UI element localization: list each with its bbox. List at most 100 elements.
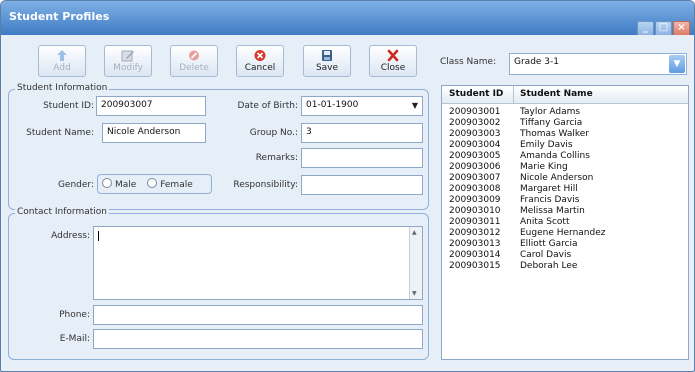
close-window-icon[interactable]: × [673,21,690,36]
gender-label: Gender: [57,180,94,190]
table-row[interactable]: 200903004 Emily Davis [442,140,688,150]
class-name-select[interactable]: Grade 3-1 ▼ [509,53,687,75]
row-student-name: Margaret Hill [520,184,578,194]
gender-male-option[interactable]: Male [102,178,137,190]
cancel-button[interactable]: Cancel [236,45,284,77]
row-student-id: 200903004 [449,140,501,150]
phone-label: Phone: [59,310,90,320]
row-student-id: 200903015 [449,261,501,271]
row-student-name: Elliott Garcia [520,239,578,249]
scroll-up-icon[interactable]: ▲ [412,229,417,236]
student-list[interactable]: Student ID Student Name 200903001 Taylor … [441,85,689,360]
table-row[interactable]: 200903006 Marie King [442,162,688,172]
group-no-field[interactable]: 3 [301,123,423,143]
text-cursor [98,231,99,241]
table-row[interactable]: 200903010 Melissa Martin [442,206,688,216]
responsibility-field[interactable] [301,175,423,195]
remarks-label: Remarks: [255,153,298,163]
row-student-name: Nicole Anderson [520,173,594,183]
student-profiles-window: Student Profiles _ □ × Add Modify Delete… [0,0,695,372]
row-student-id: 200903011 [449,217,501,227]
table-row[interactable]: 200903015 Deborah Lee [442,261,688,271]
table-row[interactable]: 200903012 Eugene Hernandez [442,228,688,238]
class-name-value: Grade 3-1 [514,57,559,67]
student-name-label: Student Name: [26,128,94,138]
student-id-field[interactable]: 200903007 [96,96,206,116]
minimize-icon[interactable]: _ [637,21,654,36]
row-student-id: 200903009 [449,195,501,205]
table-row[interactable]: 200903003 Thomas Walker [442,129,688,139]
chevron-down-icon[interactable]: ▼ [669,55,685,73]
phone-field[interactable] [93,305,423,325]
remarks-field[interactable] [301,148,423,168]
radio-icon[interactable] [102,178,112,188]
add-icon [57,50,67,61]
column-header-student-id[interactable]: Student ID [449,89,503,99]
row-student-id: 200903013 [449,239,501,249]
email-field[interactable] [93,329,423,349]
address-scrollbar[interactable]: ▲ ▼ [409,227,422,299]
student-name-field[interactable]: Nicole Anderson [102,123,206,143]
table-row[interactable]: 200903005 Amanda Collins [442,151,688,161]
scroll-down-icon[interactable]: ▼ [412,290,417,297]
row-student-id: 200903007 [449,173,501,183]
row-student-name: Thomas Walker [520,129,590,139]
delete-label: Delete [179,63,209,73]
row-student-name: Eugene Hernandez [520,228,606,238]
table-row[interactable]: 200903001 Taylor Adams [442,107,688,117]
row-student-id: 200903003 [449,129,501,139]
row-student-name: Francis Davis [520,195,580,205]
maximize-icon[interactable]: □ [655,21,672,36]
delete-button[interactable]: Delete [170,45,218,77]
modify-button[interactable]: Modify [104,45,152,77]
row-student-name: Melissa Martin [520,206,585,216]
row-student-id: 200903014 [449,250,501,260]
delete-icon [189,50,199,61]
main-panel: Add Modify Delete Cancel Save Close Clas… [4,35,690,367]
gender-male-label: Male [115,180,137,190]
save-icon [322,50,332,61]
group-no-label: Group No.: [249,128,298,138]
student-info-title: Student Information [15,83,110,93]
row-student-id: 200903002 [449,118,501,128]
table-row[interactable]: 200903002 Tiffany Garcia [442,118,688,128]
dob-value: 01-01-1900 [306,100,359,110]
gender-female-option[interactable]: Female [147,178,193,190]
table-row[interactable]: 200903007 Nicole Anderson [442,173,688,183]
row-student-id: 200903012 [449,228,501,238]
radio-icon[interactable] [147,178,158,188]
window-title: Student Profiles [9,10,110,23]
save-label: Save [315,63,339,73]
table-row[interactable]: 200903009 Francis Davis [442,195,688,205]
student-id-label: Student ID: [43,101,94,111]
table-row[interactable]: 200903014 Carol Davis [442,250,688,260]
save-button[interactable]: Save [303,45,351,77]
table-row[interactable]: 200903013 Elliott Garcia [442,239,688,249]
dob-select[interactable]: 01-01-1900 ▼ [301,96,423,116]
row-student-name: Marie King [520,162,568,172]
row-student-id: 200903006 [449,162,501,172]
modify-label: Modify [113,63,143,73]
row-student-id: 200903010 [449,206,501,216]
gender-female-label: Female [160,180,193,190]
row-student-name: Anita Scott [520,217,570,227]
cancel-label: Cancel [244,63,276,73]
add-button[interactable]: Add [38,45,86,77]
row-student-id: 200903005 [449,151,501,161]
class-name-label: Class Name: [440,57,497,67]
row-student-name: Carol Davis [520,250,572,260]
row-student-name: Deborah Lee [520,261,578,271]
table-row[interactable]: 200903008 Margaret Hill [442,184,688,194]
close-button[interactable]: Close [369,45,417,77]
row-student-id: 200903001 [449,107,501,117]
table-row[interactable]: 200903011 Anita Scott [442,217,688,227]
title-bar[interactable]: Student Profiles _ □ × [1,1,694,36]
address-label: Address: [51,231,90,241]
column-header-student-name[interactable]: Student Name [520,89,593,99]
chevron-down-icon[interactable]: ▼ [408,97,422,115]
cancel-icon [254,50,266,61]
close-icon [387,49,399,62]
address-field[interactable]: ▲ ▼ [93,226,423,300]
column-divider[interactable] [513,86,514,103]
student-list-header: Student ID Student Name [442,86,688,104]
